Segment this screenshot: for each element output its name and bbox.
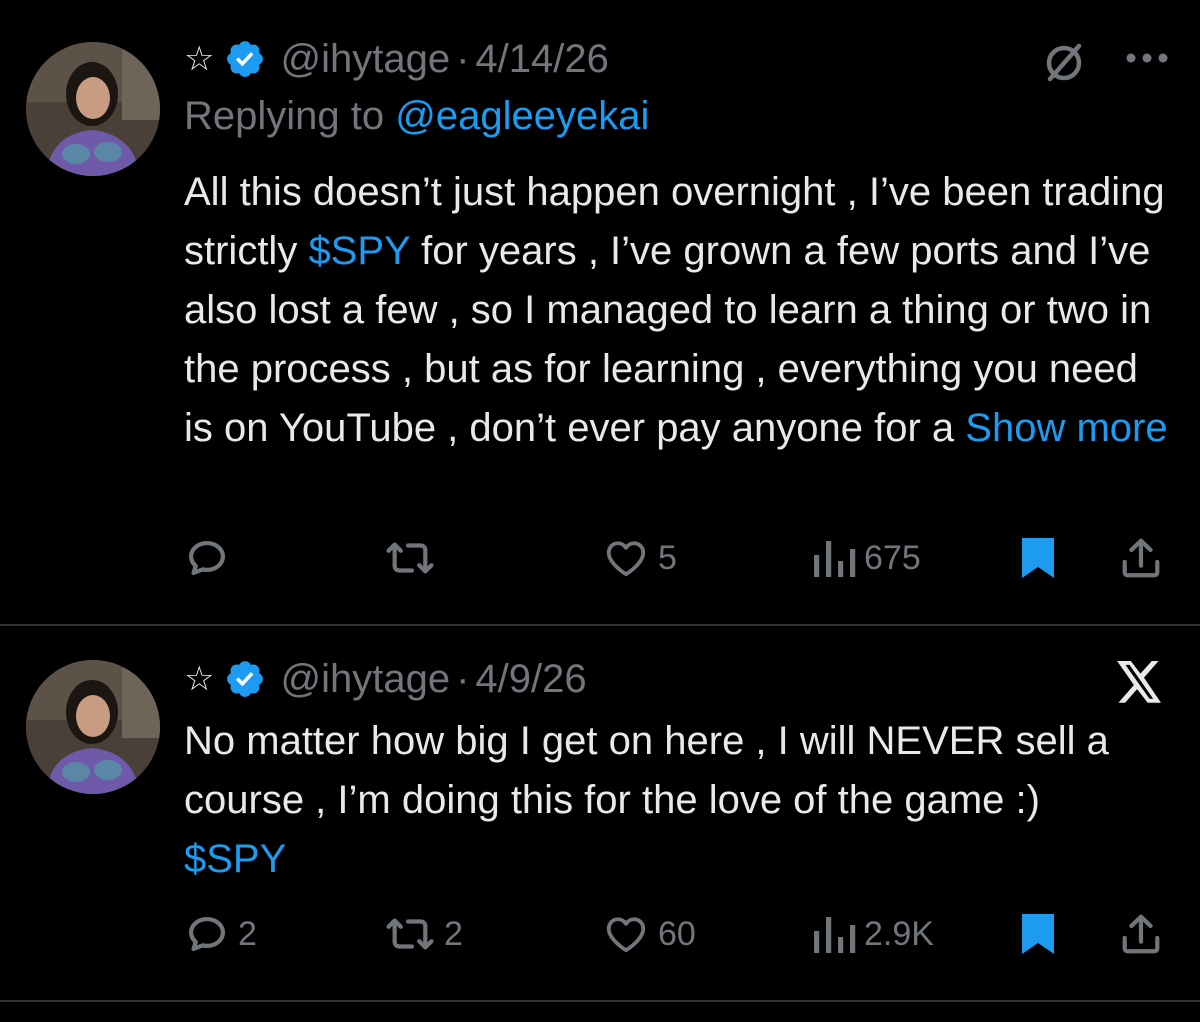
display-name-star[interactable]: ☆: [184, 39, 214, 79]
tweet-text-line: No matter how big I get on here , I will…: [184, 719, 1109, 822]
tweet-actions-bar: 5 675: [184, 528, 1174, 588]
heart-icon: [606, 541, 646, 577]
repost-count: 2: [444, 914, 463, 953]
cashtag-link[interactable]: $SPY: [308, 229, 410, 273]
handle[interactable]: @ihytage: [280, 37, 450, 82]
verified-badge-icon[interactable]: [224, 38, 266, 80]
cashtag-link[interactable]: $SPY: [184, 830, 1174, 889]
analytics-icon: [814, 541, 856, 577]
analytics-icon: [814, 917, 856, 953]
avatar[interactable]: [26, 660, 160, 794]
share-button[interactable]: [1118, 904, 1164, 964]
replying-to-line: Replying to @eagleeyekai: [184, 94, 649, 139]
tweet-actions-bar: 2 2 60 2.9K: [184, 904, 1174, 964]
like-count: 5: [658, 538, 677, 577]
repost-button[interactable]: 2: [384, 904, 463, 964]
like-button[interactable]: 5: [602, 528, 677, 588]
grok-slash-icon[interactable]: [1036, 38, 1092, 88]
separator-dot: ·: [456, 36, 470, 81]
reply-button[interactable]: [184, 528, 238, 588]
handle[interactable]: @ihytage: [280, 657, 450, 702]
tweet-date[interactable]: 4/14/26: [475, 37, 608, 82]
bookmark-button[interactable]: [1018, 904, 1058, 964]
share-icon: [1122, 914, 1160, 954]
avatar[interactable]: [26, 42, 160, 176]
tweet-header: ☆ @ihytage · 4/14/26: [184, 34, 609, 84]
more-options-icon[interactable]: [1120, 40, 1174, 76]
verified-badge-icon[interactable]: [224, 658, 266, 700]
bookmark-button[interactable]: [1018, 528, 1058, 588]
views-count: 675: [864, 538, 921, 577]
separator-dot: ·: [456, 656, 470, 701]
tweet-reply[interactable]: ☆ @ihytage · 4/14/26 Replying to @eaglee…: [0, 0, 1200, 622]
tweet-header: ☆ @ihytage · 4/9/26: [184, 654, 587, 704]
replying-to-handle-link[interactable]: @eagleeyekai: [395, 94, 649, 138]
repost-button[interactable]: [384, 528, 444, 588]
share-button[interactable]: [1118, 528, 1164, 588]
repost-icon: [386, 542, 434, 574]
tweet-divider: [0, 1000, 1200, 1002]
display-name-star[interactable]: ☆: [184, 659, 214, 699]
reply-button[interactable]: 2: [184, 904, 257, 964]
heart-icon: [606, 917, 646, 953]
x-logo-icon[interactable]: [1110, 658, 1170, 706]
repost-icon: [386, 918, 434, 950]
show-more-link[interactable]: Show more: [965, 406, 1167, 450]
reply-icon: [188, 540, 226, 576]
tweet-text: All this doesn’t just happen overnight ,…: [184, 163, 1174, 458]
tweet-text: No matter how big I get on here , I will…: [184, 712, 1174, 889]
reply-icon: [188, 916, 226, 952]
tweet-date[interactable]: 4/9/26: [475, 657, 586, 702]
like-count: 60: [658, 914, 696, 953]
views-button[interactable]: 2.9K: [812, 904, 934, 964]
bookmark-icon: [1022, 914, 1054, 954]
views-button[interactable]: 675: [812, 528, 921, 588]
like-button[interactable]: 60: [602, 904, 696, 964]
tweet[interactable]: ☆ @ihytage · 4/9/26 No matter how big I …: [0, 626, 1200, 1000]
share-icon: [1122, 538, 1160, 578]
replying-to-label: Replying to: [184, 94, 385, 138]
bookmark-icon: [1022, 538, 1054, 578]
views-count: 2.9K: [864, 914, 934, 953]
reply-count: 2: [238, 914, 257, 953]
